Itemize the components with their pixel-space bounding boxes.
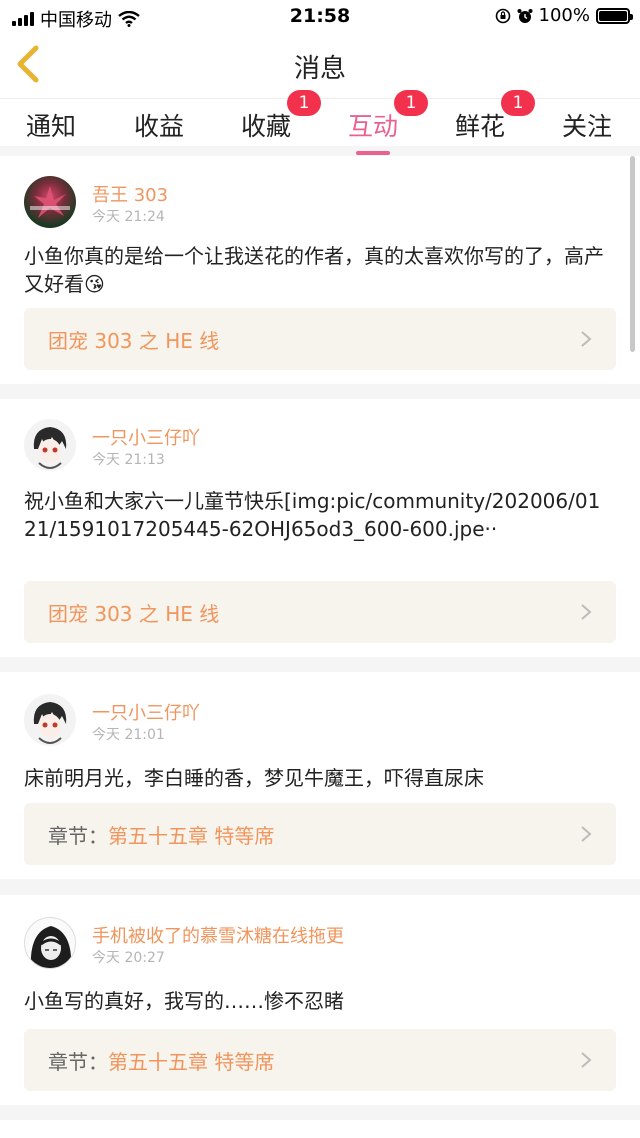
tab-earnings[interactable]: 收益 — [134, 107, 184, 143]
chevron-right-icon — [581, 826, 592, 842]
rotation-lock-icon — [495, 8, 510, 23]
tab-bar: 通知 收益 收藏 1 互动 1 鲜花 1 关注 — [0, 90, 640, 155]
avatar[interactable] — [24, 419, 76, 471]
username[interactable]: 吾王 303 — [92, 181, 168, 207]
avatar-image — [30, 926, 72, 968]
chevron-right-icon — [581, 331, 592, 347]
nav-bar: 消息 — [0, 32, 640, 98]
reference-title: 章节：第五十五章 特等席 — [48, 1046, 274, 1075]
tab-favorites[interactable]: 收藏 1 — [241, 90, 322, 143]
battery-fill — [599, 10, 627, 21]
scrollbar[interactable] — [630, 156, 635, 352]
message-card[interactable]: 一只小三仔吖 今天 21:01 床前明月光，李白睡的香，梦见牛魔王，吓得直尿床 … — [0, 672, 640, 879]
unread-badge: 1 — [501, 90, 536, 116]
timestamp: 今天 21:24 — [92, 209, 165, 225]
message-text: 小鱼写的真好，我写的……惨不忍睹 — [24, 989, 344, 1013]
unread-badge: 1 — [287, 90, 322, 116]
reference-prefix: 章节： — [48, 824, 108, 848]
unread-badge: 1 — [394, 90, 429, 116]
timestamp: 今天 20:27 — [92, 950, 165, 966]
tab-label: 鲜花 — [455, 112, 506, 141]
message-feed[interactable]: 吾王 303 今天 21:24 小鱼你真的是给一个让我送花的作者，真的太喜欢你写… — [0, 146, 640, 1138]
username[interactable]: 手机被收了的慕雪沐糖在线拖更 — [92, 922, 344, 948]
reference-link[interactable]: 章节：第五十五章 特等席 — [24, 1029, 616, 1091]
chapter-title: 第五十五章 特等席 — [108, 1050, 275, 1074]
avatar-image — [33, 702, 67, 744]
status-bar: 中国移动 21:58 100% — [0, 0, 640, 32]
tab-label: 通知 — [26, 112, 77, 141]
tab-following[interactable]: 关注 — [562, 107, 612, 143]
alarm-icon — [517, 8, 533, 23]
reference-prefix: 章节： — [48, 1050, 108, 1074]
avatar[interactable] — [24, 694, 76, 746]
tab-notifications[interactable]: 通知 — [26, 107, 76, 143]
tab-interactions[interactable]: 互动 1 — [348, 90, 429, 155]
message-card[interactable]: 吾王 303 今天 21:24 小鱼你真的是给一个让我送花的作者，真的太喜欢你写… — [0, 156, 640, 384]
chevron-right-icon — [581, 604, 592, 620]
page-title: 消息 — [293, 54, 346, 84]
reference-link[interactable]: 章节：第五十五章 特等席 — [24, 803, 616, 865]
tab-label: 收藏 — [241, 112, 292, 141]
username[interactable]: 一只小三仔吖 — [92, 424, 200, 450]
chapter-title: 第五十五章 特等席 — [108, 824, 275, 848]
username[interactable]: 一只小三仔吖 — [92, 699, 200, 725]
message-text: 床前明月光，李白睡的香，梦见牛魔王，吓得直尿床 — [24, 766, 484, 790]
status-right: 100% — [495, 5, 633, 26]
reference-title: 章节：第五十五章 特等席 — [48, 820, 274, 849]
message-card[interactable]: 一只小三仔吖 今天 21:13 祝小鱼和大家六一儿童节快乐[img:pic/co… — [0, 399, 640, 657]
message-text: 祝小鱼和大家六一儿童节快乐[img:pic/community/202006/0… — [24, 489, 601, 541]
reference-link[interactable]: 团宠 303 之 HE 线 — [24, 581, 616, 643]
tab-label: 关注 — [562, 112, 613, 141]
timestamp: 今天 21:13 — [92, 452, 165, 468]
battery-icon — [596, 7, 633, 24]
message-card[interactable] — [0, 1120, 640, 1138]
chevron-right-icon — [581, 1052, 592, 1068]
avatar-image — [30, 186, 70, 218]
avatar[interactable] — [24, 176, 76, 228]
timestamp: 今天 21:01 — [92, 727, 165, 743]
reference-title: 团宠 303 之 HE 线 — [48, 329, 220, 353]
battery-percent: 100% — [538, 5, 590, 26]
reference-title: 团宠 303 之 HE 线 — [48, 602, 220, 626]
avatar-image — [33, 427, 67, 469]
avatar[interactable] — [24, 917, 76, 969]
tab-label: 收益 — [134, 112, 185, 141]
tab-label: 互动 — [348, 112, 399, 141]
tab-flowers[interactable]: 鲜花 1 — [455, 90, 536, 143]
message-card[interactable]: 手机被收了的慕雪沐糖在线拖更 今天 20:27 小鱼写的真好，我写的……惨不忍睹… — [0, 895, 640, 1105]
reference-link[interactable]: 团宠 303 之 HE 线 — [24, 308, 616, 370]
message-text: 小鱼你真的是给一个让我送花的作者，真的太喜欢你写的了，高产又好看😘 — [24, 244, 604, 296]
